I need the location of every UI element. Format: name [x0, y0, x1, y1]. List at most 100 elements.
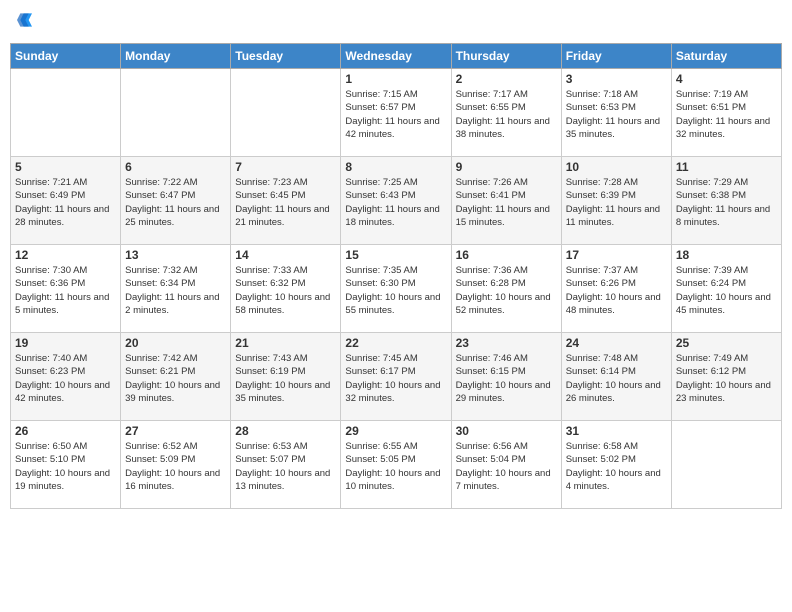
day-info: Sunrise: 7:43 AM Sunset: 6:19 PM Dayligh… — [235, 352, 336, 405]
day-number: 18 — [676, 248, 777, 262]
day-cell: 13 Sunrise: 7:32 AM Sunset: 6:34 PM Dayli… — [121, 245, 231, 333]
day-header: Monday — [121, 44, 231, 69]
day-info: Sunrise: 7:45 AM Sunset: 6:17 PM Dayligh… — [345, 352, 446, 405]
day-info: Sunrise: 7:49 AM Sunset: 6:12 PM Dayligh… — [676, 352, 777, 405]
day-cell: 16Sunrise: 7:36 AM Sunset: 6:28 PM Dayli… — [451, 245, 561, 333]
day-info: Sunrise: 6:50 AM Sunset: 5:10 PM Dayligh… — [15, 440, 116, 493]
day-cell: 10 Sunrise: 7:28 AM Sunset: 6:39 PM Dayli… — [561, 157, 671, 245]
day-number: 30 — [456, 424, 557, 438]
day-number: 10 — [566, 160, 667, 174]
day-cell: 28Sunrise: 6:53 AM Sunset: 5:07 PM Dayli… — [231, 421, 341, 509]
day-cell: 21 Sunrise: 7:43 AM Sunset: 6:19 PM Dayli… — [231, 333, 341, 421]
day-cell: 27 Sunrise: 6:52 AM Sunset: 5:09 PM Dayli… — [121, 421, 231, 509]
week-row: 19Sunrise: 7:40 AM Sunset: 6:23 PM Dayli… — [11, 333, 782, 421]
day-cell: 3 Sunrise: 7:18 AM Sunset: 6:53 PM Daylig… — [561, 69, 671, 157]
day-info: Sunrise: 7:25 AM Sunset: 6:43 PM Dayligh… — [345, 176, 446, 229]
day-cell: 15 Sunrise: 7:35 AM Sunset: 6:30 PM Dayli… — [341, 245, 451, 333]
day-info: Sunrise: 6:56 AM Sunset: 5:04 PM Dayligh… — [456, 440, 557, 493]
day-info: Sunrise: 7:19 AM Sunset: 6:51 PM Dayligh… — [676, 88, 777, 141]
day-info: Sunrise: 6:52 AM Sunset: 5:09 PM Dayligh… — [125, 440, 226, 493]
day-cell — [671, 421, 781, 509]
day-number: 19 — [15, 336, 116, 350]
day-cell: 6 Sunrise: 7:22 AM Sunset: 6:47 PM Daylig… — [121, 157, 231, 245]
day-cell: 2Sunrise: 7:17 AM Sunset: 6:55 PM Daylig… — [451, 69, 561, 157]
day-info: Sunrise: 7:18 AM Sunset: 6:53 PM Dayligh… — [566, 88, 667, 141]
day-number: 6 — [125, 160, 226, 174]
day-info: Sunrise: 7:21 AM Sunset: 6:49 PM Dayligh… — [15, 176, 116, 229]
day-number: 5 — [15, 160, 116, 174]
day-info: Sunrise: 7:36 AM Sunset: 6:28 PM Dayligh… — [456, 264, 557, 317]
day-number: 27 — [125, 424, 226, 438]
day-info: Sunrise: 7:42 AM Sunset: 6:21 PM Dayligh… — [125, 352, 226, 405]
day-number: 17 — [566, 248, 667, 262]
day-info: Sunrise: 7:32 AM Sunset: 6:34 PM Dayligh… — [125, 264, 226, 317]
day-number: 2 — [456, 72, 557, 86]
day-cell — [231, 69, 341, 157]
day-number: 7 — [235, 160, 336, 174]
day-info: Sunrise: 7:48 AM Sunset: 6:14 PM Dayligh… — [566, 352, 667, 405]
day-cell: 5 Sunrise: 7:21 AM Sunset: 6:49 PM Daylig… — [11, 157, 121, 245]
day-header: Sunday — [11, 44, 121, 69]
day-number: 3 — [566, 72, 667, 86]
day-cell: 1Sunrise: 7:15 AM Sunset: 6:57 PM Daylig… — [341, 69, 451, 157]
day-info: Sunrise: 7:30 AM Sunset: 6:36 PM Dayligh… — [15, 264, 116, 317]
day-cell: 30 Sunrise: 6:56 AM Sunset: 5:04 PM Dayli… — [451, 421, 561, 509]
week-row: 12 Sunrise: 7:30 AM Sunset: 6:36 PM Dayli… — [11, 245, 782, 333]
day-number: 15 — [345, 248, 446, 262]
day-number: 1 — [345, 72, 446, 86]
day-info: Sunrise: 7:26 AM Sunset: 6:41 PM Dayligh… — [456, 176, 557, 229]
day-cell: 22 Sunrise: 7:45 AM Sunset: 6:17 PM Dayli… — [341, 333, 451, 421]
day-number: 31 — [566, 424, 667, 438]
day-number: 23 — [456, 336, 557, 350]
header-row: SundayMondayTuesdayWednesdayThursdayFrid… — [11, 44, 782, 69]
day-cell: 11Sunrise: 7:29 AM Sunset: 6:38 PM Dayli… — [671, 157, 781, 245]
day-number: 25 — [676, 336, 777, 350]
week-row: 5 Sunrise: 7:21 AM Sunset: 6:49 PM Daylig… — [11, 157, 782, 245]
day-cell: 18 Sunrise: 7:39 AM Sunset: 6:24 PM Dayli… — [671, 245, 781, 333]
day-number: 13 — [125, 248, 226, 262]
day-info: Sunrise: 7:23 AM Sunset: 6:45 PM Dayligh… — [235, 176, 336, 229]
day-cell: 4 Sunrise: 7:19 AM Sunset: 6:51 PM Daylig… — [671, 69, 781, 157]
day-cell — [121, 69, 231, 157]
day-header: Saturday — [671, 44, 781, 69]
day-number: 22 — [345, 336, 446, 350]
day-number: 12 — [15, 248, 116, 262]
day-info: Sunrise: 7:22 AM Sunset: 6:47 PM Dayligh… — [125, 176, 226, 229]
day-number: 29 — [345, 424, 446, 438]
day-info: Sunrise: 6:53 AM Sunset: 5:07 PM Dayligh… — [235, 440, 336, 493]
day-number: 9 — [456, 160, 557, 174]
day-cell: 24 Sunrise: 7:48 AM Sunset: 6:14 PM Dayli… — [561, 333, 671, 421]
day-cell: 17Sunrise: 7:37 AM Sunset: 6:26 PM Dayli… — [561, 245, 671, 333]
day-cell: 29Sunrise: 6:55 AM Sunset: 5:05 PM Dayli… — [341, 421, 451, 509]
day-info: Sunrise: 7:46 AM Sunset: 6:15 PM Dayligh… — [456, 352, 557, 405]
day-header: Wednesday — [341, 44, 451, 69]
day-number: 20 — [125, 336, 226, 350]
day-info: Sunrise: 7:33 AM Sunset: 6:32 PM Dayligh… — [235, 264, 336, 317]
header — [10, 10, 782, 35]
day-info: Sunrise: 7:35 AM Sunset: 6:30 PM Dayligh… — [345, 264, 446, 317]
day-info: Sunrise: 6:58 AM Sunset: 5:02 PM Dayligh… — [566, 440, 667, 493]
day-number: 8 — [345, 160, 446, 174]
logo-icon — [12, 10, 32, 30]
day-cell: 26Sunrise: 6:50 AM Sunset: 5:10 PM Dayli… — [11, 421, 121, 509]
day-number: 21 — [235, 336, 336, 350]
week-row: 1Sunrise: 7:15 AM Sunset: 6:57 PM Daylig… — [11, 69, 782, 157]
day-number: 11 — [676, 160, 777, 174]
day-cell — [11, 69, 121, 157]
day-number: 14 — [235, 248, 336, 262]
day-number: 24 — [566, 336, 667, 350]
day-cell: 8 Sunrise: 7:25 AM Sunset: 6:43 PM Daylig… — [341, 157, 451, 245]
day-info: Sunrise: 7:28 AM Sunset: 6:39 PM Dayligh… — [566, 176, 667, 229]
day-info: Sunrise: 7:39 AM Sunset: 6:24 PM Dayligh… — [676, 264, 777, 317]
day-cell: 19Sunrise: 7:40 AM Sunset: 6:23 PM Dayli… — [11, 333, 121, 421]
day-cell: 7 Sunrise: 7:23 AM Sunset: 6:45 PM Daylig… — [231, 157, 341, 245]
day-cell: 31 Sunrise: 6:58 AM Sunset: 5:02 PM Dayli… — [561, 421, 671, 509]
day-cell: 12 Sunrise: 7:30 AM Sunset: 6:36 PM Dayli… — [11, 245, 121, 333]
day-number: 4 — [676, 72, 777, 86]
day-header: Friday — [561, 44, 671, 69]
day-cell: 14 Sunrise: 7:33 AM Sunset: 6:32 PM Dayli… — [231, 245, 341, 333]
week-row: 26Sunrise: 6:50 AM Sunset: 5:10 PM Dayli… — [11, 421, 782, 509]
logo — [10, 10, 32, 35]
day-cell: 20 Sunrise: 7:42 AM Sunset: 6:21 PM Dayli… — [121, 333, 231, 421]
day-cell: 23 Sunrise: 7:46 AM Sunset: 6:15 PM Dayli… — [451, 333, 561, 421]
